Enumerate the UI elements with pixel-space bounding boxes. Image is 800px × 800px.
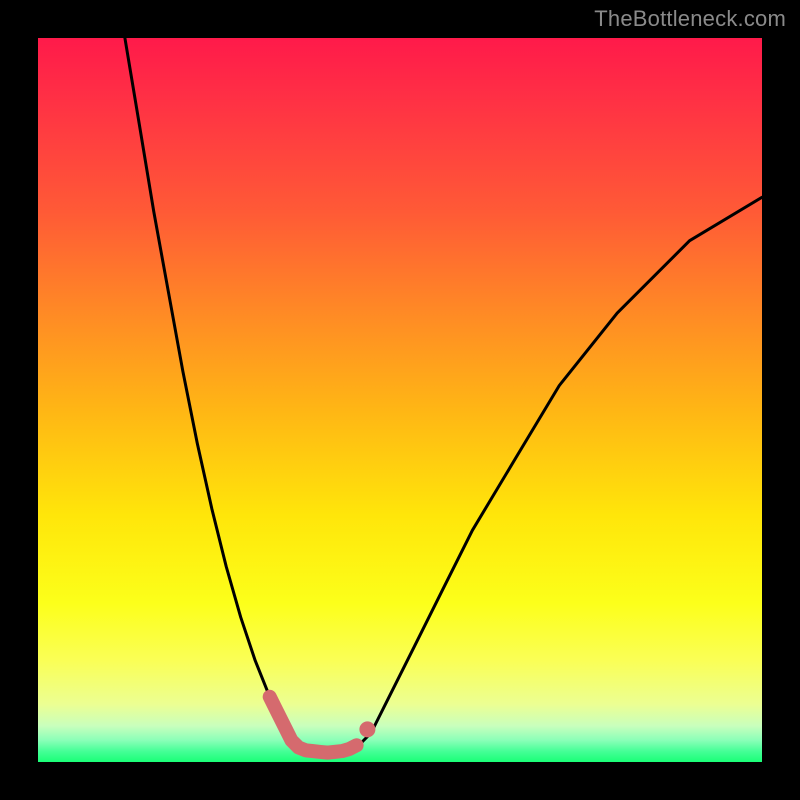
optimal-dot [359, 721, 375, 737]
optimal-region-highlight [270, 697, 357, 753]
plot-area [38, 38, 762, 762]
bottleneck-curve [125, 38, 762, 753]
watermark-text: TheBottleneck.com [594, 6, 786, 32]
chart-frame: TheBottleneck.com [0, 0, 800, 800]
chart-overlay [38, 38, 762, 762]
